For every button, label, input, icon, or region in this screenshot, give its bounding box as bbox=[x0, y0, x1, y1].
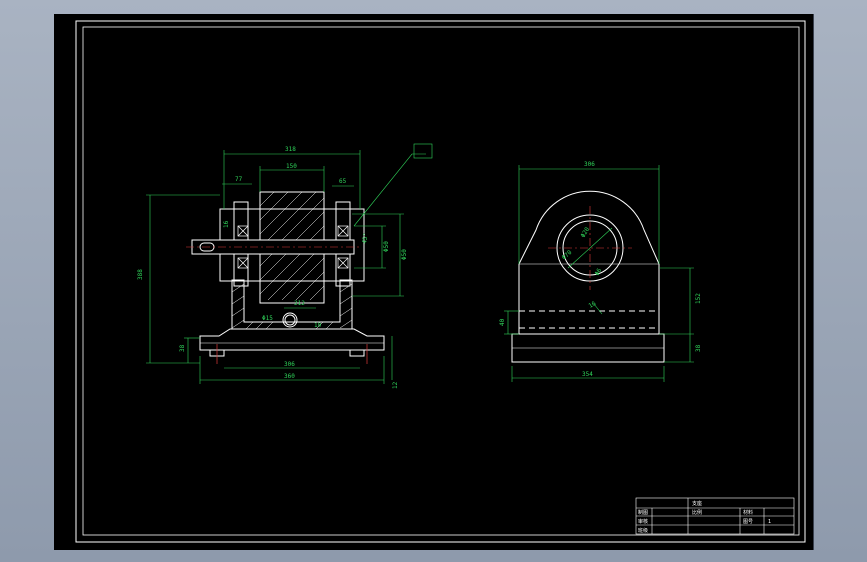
front-view[interactable] bbox=[186, 191, 385, 364]
dim-front-roller-width: 150 bbox=[286, 163, 297, 170]
dim-front-right-offset: 65 bbox=[339, 178, 347, 185]
front-base bbox=[199, 328, 385, 351]
dim-front-angle: 45° bbox=[361, 232, 370, 244]
dim-side-hole-note: Φ6 bbox=[594, 267, 604, 277]
title-block[interactable] bbox=[635, 497, 795, 535]
title-block-sheet-label: 图号 bbox=[743, 519, 753, 525]
dim-side-slot-note: 16 bbox=[588, 300, 598, 310]
front-pedestal bbox=[231, 279, 353, 330]
dim-side-base-height: 38 bbox=[695, 344, 702, 352]
dim-front-bore-mid: Φ50 bbox=[383, 241, 390, 252]
side-view[interactable] bbox=[511, 190, 665, 363]
outer-frame bbox=[75, 20, 806, 543]
inner-frame bbox=[82, 26, 800, 536]
dim-front-mid: 212 bbox=[294, 300, 305, 307]
title-block-name: 支座 bbox=[692, 500, 702, 507]
dim-front-left-offset: 77 bbox=[235, 176, 243, 183]
dim-front-overall-width: 318 bbox=[285, 146, 296, 153]
title-block-sheet-value: 1 bbox=[768, 519, 771, 525]
dim-front-overall-height: 388 bbox=[137, 269, 144, 280]
dim-front-small-c: 12 bbox=[392, 381, 399, 389]
dim-front-base-width: 360 bbox=[284, 373, 295, 380]
front-dimensions bbox=[146, 143, 433, 384]
title-block-scale-label: 比例 bbox=[692, 509, 702, 516]
dim-front-small-b: 10 bbox=[314, 322, 322, 329]
title-block-row3: 班级 bbox=[638, 527, 648, 534]
title-block-row2: 审核 bbox=[638, 518, 648, 525]
cad-drawing: 318 150 77 65 388 38 306 360 Φ15 Φ50 Φ50… bbox=[75, 20, 806, 543]
front-drain-hole-inner bbox=[284, 314, 296, 326]
dim-front-base-height: 38 bbox=[179, 344, 186, 352]
dim-front-small-a: 16 bbox=[223, 220, 230, 228]
side-body bbox=[518, 190, 660, 334]
dim-side-top-width: 306 bbox=[584, 161, 595, 168]
dim-side-base-width: 354 bbox=[582, 371, 593, 378]
dim-front-shaft-hole: Φ15 bbox=[262, 315, 273, 322]
dim-side-height-right: 152 bbox=[695, 293, 702, 304]
title-block-row1: 制图 bbox=[638, 509, 648, 516]
dim-front-bolt-span: 306 bbox=[284, 361, 295, 368]
title-block-material: 材料 bbox=[743, 509, 753, 516]
cad-viewport[interactable]: 318 150 77 65 388 38 306 360 Φ15 Φ50 Φ50… bbox=[54, 14, 814, 550]
front-bolt-right bbox=[349, 349, 365, 357]
dim-side-bore-outer: Φ20 bbox=[580, 226, 592, 239]
dim-side-left-height: 40 bbox=[499, 318, 506, 326]
dim-front-bore-outer: Φ50 bbox=[401, 249, 408, 260]
dim-side-bore-inner: Φ70 bbox=[561, 249, 574, 262]
